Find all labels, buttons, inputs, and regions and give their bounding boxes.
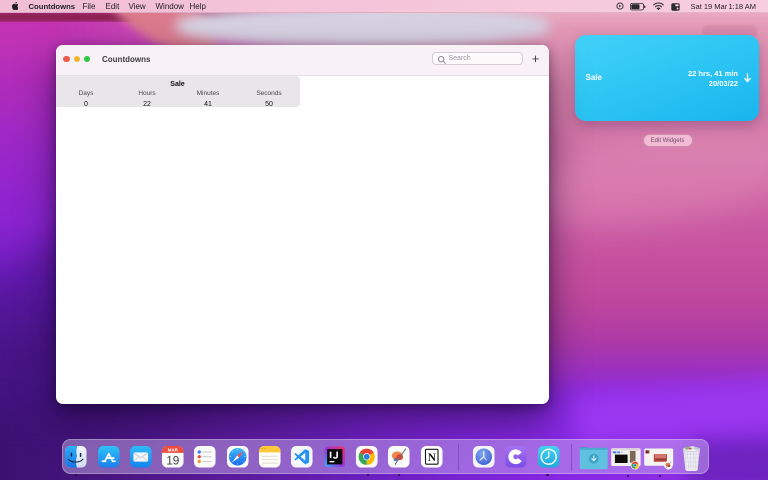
svg-text:MAR: MAR	[168, 447, 179, 452]
svg-text:N: N	[427, 452, 435, 464]
svg-text:19: 19	[166, 454, 179, 467]
